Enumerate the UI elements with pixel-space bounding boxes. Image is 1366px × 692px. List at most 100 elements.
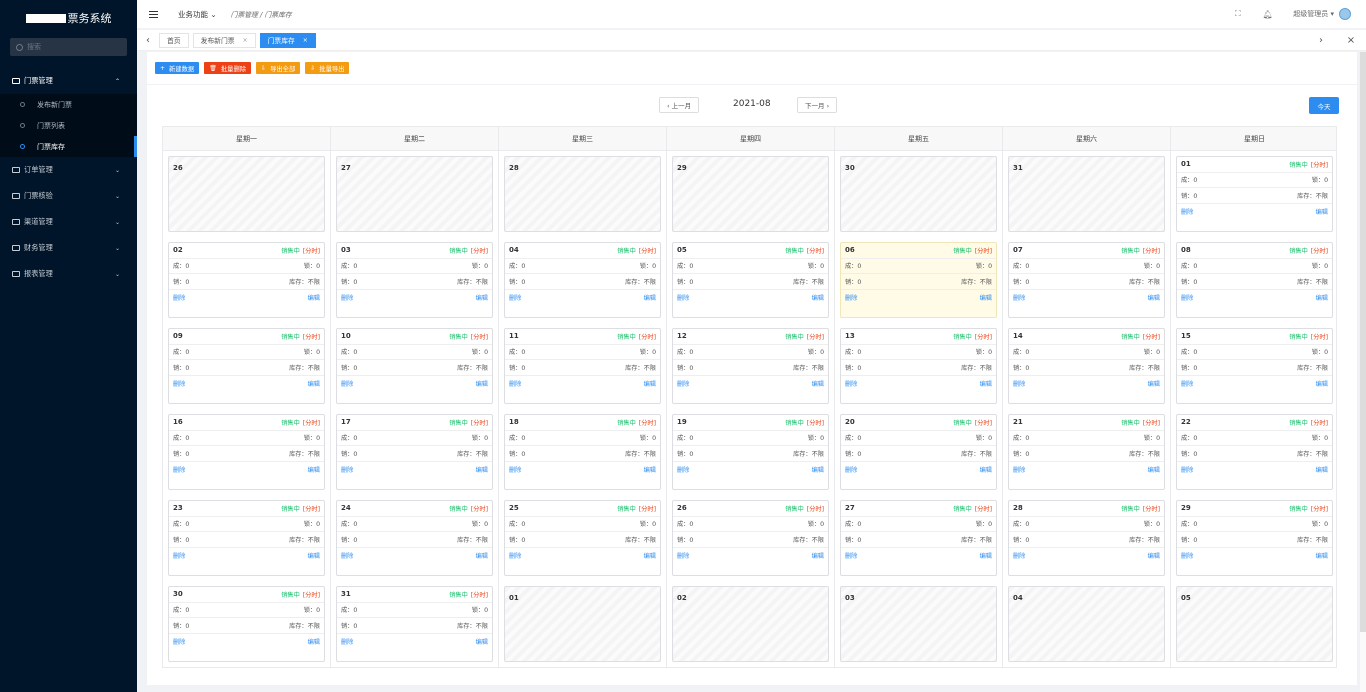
day-card[interactable]: 14 销售中 [分时] 成：0 锁：0 销：0 库存：不限 删除 编辑	[1008, 328, 1165, 404]
edit-link[interactable]: 编辑	[1316, 293, 1328, 302]
bell-icon[interactable]: 🔔︎	[1263, 10, 1273, 19]
edit-link[interactable]: 编辑	[980, 551, 992, 560]
day-card[interactable]: 16 销售中 [分时] 成：0 锁：0 销：0 库存：不限 删除 编辑	[168, 414, 325, 490]
edit-link[interactable]: 编辑	[1316, 551, 1328, 560]
menu-title[interactable]: 财务管理 ⌄	[0, 235, 137, 261]
avatar[interactable]	[1339, 8, 1351, 20]
delete-link[interactable]: 删除	[173, 293, 185, 302]
delete-link[interactable]: 删除	[1013, 465, 1025, 474]
delete-link[interactable]: 删除	[341, 293, 353, 302]
edit-link[interactable]: 编辑	[1316, 465, 1328, 474]
edit-link[interactable]: 编辑	[644, 379, 656, 388]
edit-link[interactable]: 编辑	[644, 465, 656, 474]
scrollbar-thumb[interactable]	[1360, 52, 1366, 632]
edit-link[interactable]: 编辑	[812, 379, 824, 388]
fullscreen-icon[interactable]: ⛶	[1233, 9, 1242, 19]
day-card[interactable]: 18 销售中 [分时] 成：0 锁：0 销：0 库存：不限 删除 编辑	[504, 414, 661, 490]
search-input[interactable]: 搜索	[10, 38, 127, 56]
edit-link[interactable]: 编辑	[476, 465, 488, 474]
tab[interactable]: 首页	[159, 32, 189, 48]
day-card[interactable]: 03 销售中 [分时] 成：0 锁：0 销：0 库存：不限 删除 编辑	[336, 242, 493, 318]
user-name[interactable]: 超级管理员 ▾	[1293, 9, 1334, 19]
edit-link[interactable]: 编辑	[1148, 465, 1160, 474]
tab-close-icon[interactable]: ×	[303, 37, 308, 44]
tabs-right-arrow-icon[interactable]: ›	[1306, 35, 1336, 46]
action-button[interactable]: + 新建数据	[155, 62, 200, 74]
edit-link[interactable]: 编辑	[476, 379, 488, 388]
delete-link[interactable]: 删除	[845, 293, 857, 302]
day-card[interactable]: 30 销售中 [分时] 成：0 锁：0 销：0 库存：不限 删除 编辑	[168, 586, 325, 662]
delete-link[interactable]: 删除	[173, 551, 185, 560]
delete-link[interactable]: 删除	[1013, 379, 1025, 388]
tabs-left-arrow-icon[interactable]: ‹	[137, 35, 159, 46]
edit-link[interactable]: 编辑	[476, 637, 488, 646]
day-card[interactable]: 15 销售中 [分时] 成：0 锁：0 销：0 库存：不限 删除 编辑	[1176, 328, 1333, 404]
day-card[interactable]: 09 销售中 [分时] 成：0 锁：0 销：0 库存：不限 删除 编辑	[168, 328, 325, 404]
day-card[interactable]: 17 销售中 [分时] 成：0 锁：0 销：0 库存：不限 删除 编辑	[336, 414, 493, 490]
delete-link[interactable]: 删除	[845, 379, 857, 388]
day-card[interactable]: 20 销售中 [分时] 成：0 锁：0 销：0 库存：不限 删除 编辑	[840, 414, 997, 490]
delete-link[interactable]: 删除	[1013, 551, 1025, 560]
day-card[interactable]: 02 销售中 [分时] 成：0 锁：0 销：0 库存：不限 删除 编辑	[168, 242, 325, 318]
delete-link[interactable]: 删除	[341, 379, 353, 388]
delete-link[interactable]: 删除	[341, 637, 353, 646]
day-card[interactable]: 01 销售中 [分时] 成：0 锁：0 销：0 库存：不限 删除 编辑	[1176, 156, 1333, 232]
day-card[interactable]: 29 销售中 [分时] 成：0 锁：0 销：0 库存：不限 删除 编辑	[1176, 500, 1333, 576]
tab[interactable]: 门票库存 ×	[259, 32, 316, 48]
day-card[interactable]: 04 销售中 [分时] 成：0 锁：0 销：0 库存：不限 删除 编辑	[504, 242, 661, 318]
edit-link[interactable]: 编辑	[308, 551, 320, 560]
menu-title[interactable]: 门票管理 ⌃	[0, 68, 137, 94]
edit-link[interactable]: 编辑	[812, 551, 824, 560]
tabs-close-icon[interactable]: ×	[1336, 35, 1366, 46]
submenu-item[interactable]: 门票库存	[0, 136, 137, 157]
day-card[interactable]: 21 销售中 [分时] 成：0 锁：0 销：0 库存：不限 删除 编辑	[1008, 414, 1165, 490]
day-card[interactable]: 22 销售中 [分时] 成：0 锁：0 销：0 库存：不限 删除 编辑	[1176, 414, 1333, 490]
edit-link[interactable]: 编辑	[308, 637, 320, 646]
edit-link[interactable]: 编辑	[1316, 207, 1328, 216]
edit-link[interactable]: 编辑	[1148, 379, 1160, 388]
delete-link[interactable]: 删除	[1181, 465, 1193, 474]
delete-link[interactable]: 删除	[677, 379, 689, 388]
edit-link[interactable]: 编辑	[308, 293, 320, 302]
edit-link[interactable]: 编辑	[1316, 379, 1328, 388]
menu-title[interactable]: 门票核验 ⌄	[0, 183, 137, 209]
delete-link[interactable]: 删除	[341, 465, 353, 474]
day-card[interactable]: 05 销售中 [分时] 成：0 锁：0 销：0 库存：不限 删除 编辑	[672, 242, 829, 318]
delete-link[interactable]: 删除	[845, 551, 857, 560]
edit-link[interactable]: 编辑	[644, 293, 656, 302]
business-menu[interactable]: 业务功能 ⌄	[178, 9, 217, 20]
edit-link[interactable]: 编辑	[1148, 293, 1160, 302]
day-card[interactable]: 08 销售中 [分时] 成：0 锁：0 销：0 库存：不限 删除 编辑	[1176, 242, 1333, 318]
day-card[interactable]: 13 销售中 [分时] 成：0 锁：0 销：0 库存：不限 删除 编辑	[840, 328, 997, 404]
day-card[interactable]: 23 销售中 [分时] 成：0 锁：0 销：0 库存：不限 删除 编辑	[168, 500, 325, 576]
day-card[interactable]: 19 销售中 [分时] 成：0 锁：0 销：0 库存：不限 删除 编辑	[672, 414, 829, 490]
delete-link[interactable]: 删除	[509, 551, 521, 560]
next-month-button[interactable]: 下一月 ›	[797, 97, 838, 113]
edit-link[interactable]: 编辑	[812, 293, 824, 302]
edit-link[interactable]: 编辑	[644, 551, 656, 560]
delete-link[interactable]: 删除	[845, 465, 857, 474]
menu-title[interactable]: 报表管理 ⌄	[0, 261, 137, 287]
submenu-item[interactable]: 门票列表	[0, 115, 137, 136]
delete-link[interactable]: 删除	[509, 465, 521, 474]
today-button[interactable]: 今天	[1309, 97, 1339, 114]
delete-link[interactable]: 删除	[1181, 379, 1193, 388]
edit-link[interactable]: 编辑	[980, 293, 992, 302]
edit-link[interactable]: 编辑	[812, 465, 824, 474]
day-card[interactable]: 10 销售中 [分时] 成：0 锁：0 销：0 库存：不限 删除 编辑	[336, 328, 493, 404]
day-card[interactable]: 28 销售中 [分时] 成：0 锁：0 销：0 库存：不限 删除 编辑	[1008, 500, 1165, 576]
edit-link[interactable]: 编辑	[476, 293, 488, 302]
delete-link[interactable]: 删除	[173, 379, 185, 388]
edit-link[interactable]: 编辑	[1148, 551, 1160, 560]
menu-toggle-icon[interactable]	[149, 9, 158, 20]
edit-link[interactable]: 编辑	[980, 379, 992, 388]
delete-link[interactable]: 删除	[509, 379, 521, 388]
delete-link[interactable]: 删除	[173, 465, 185, 474]
prev-month-button[interactable]: ‹ 上一月	[659, 97, 700, 113]
edit-link[interactable]: 编辑	[308, 465, 320, 474]
edit-link[interactable]: 编辑	[308, 379, 320, 388]
day-card[interactable]: 25 销售中 [分时] 成：0 锁：0 销：0 库存：不限 删除 编辑	[504, 500, 661, 576]
day-card[interactable]: 26 销售中 [分时] 成：0 锁：0 销：0 库存：不限 删除 编辑	[672, 500, 829, 576]
delete-link[interactable]: 删除	[341, 551, 353, 560]
action-button[interactable]: ⇩ 导出全部	[256, 62, 301, 74]
